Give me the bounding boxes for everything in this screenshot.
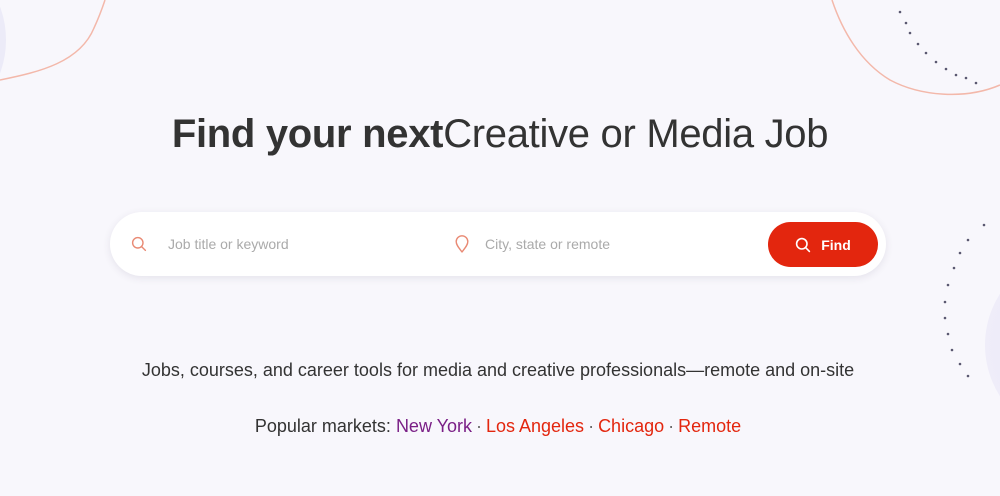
search-icon bbox=[130, 235, 148, 253]
decor-dots-right bbox=[943, 223, 986, 378]
market-link-remote[interactable]: Remote bbox=[678, 416, 741, 436]
market-link-los-angeles[interactable]: Los Angeles bbox=[486, 416, 584, 436]
search-icon bbox=[795, 237, 811, 253]
market-link-new-york[interactable]: New York bbox=[396, 416, 472, 436]
popular-markets: Popular markets: New York · Los Angeles · Ch… bbox=[0, 414, 996, 438]
find-button[interactable]: Find bbox=[768, 222, 878, 267]
decor-curve-top-right bbox=[831, 0, 1000, 96]
market-link-chicago[interactable]: Chicago bbox=[598, 416, 664, 436]
keyword-field[interactable] bbox=[130, 212, 430, 276]
page-title-rest: Creative or Media Job bbox=[443, 112, 829, 156]
decor-blob-right bbox=[985, 293, 1000, 397]
popular-markets-label: Popular markets: bbox=[254, 416, 391, 436]
decor-dots-top-right bbox=[898, 10, 978, 85]
location-pin-icon bbox=[453, 235, 471, 253]
find-button-label: Find bbox=[821, 236, 851, 253]
decor-curve-top-left bbox=[0, 0, 106, 81]
page-title-strong: Find your next bbox=[171, 112, 444, 156]
keyword-input[interactable] bbox=[168, 236, 418, 252]
page-title: Find your nextCreative or Media Job bbox=[0, 108, 1000, 160]
market-separator: · bbox=[588, 416, 595, 436]
market-separator: · bbox=[668, 416, 675, 436]
market-separator: · bbox=[475, 416, 482, 436]
tagline: Jobs, courses, and career tools for medi… bbox=[141, 360, 855, 380]
job-search-bar: Find bbox=[110, 212, 886, 276]
location-input[interactable] bbox=[485, 236, 735, 252]
decor-blob-left bbox=[0, 6, 6, 74]
location-field[interactable] bbox=[453, 212, 753, 276]
